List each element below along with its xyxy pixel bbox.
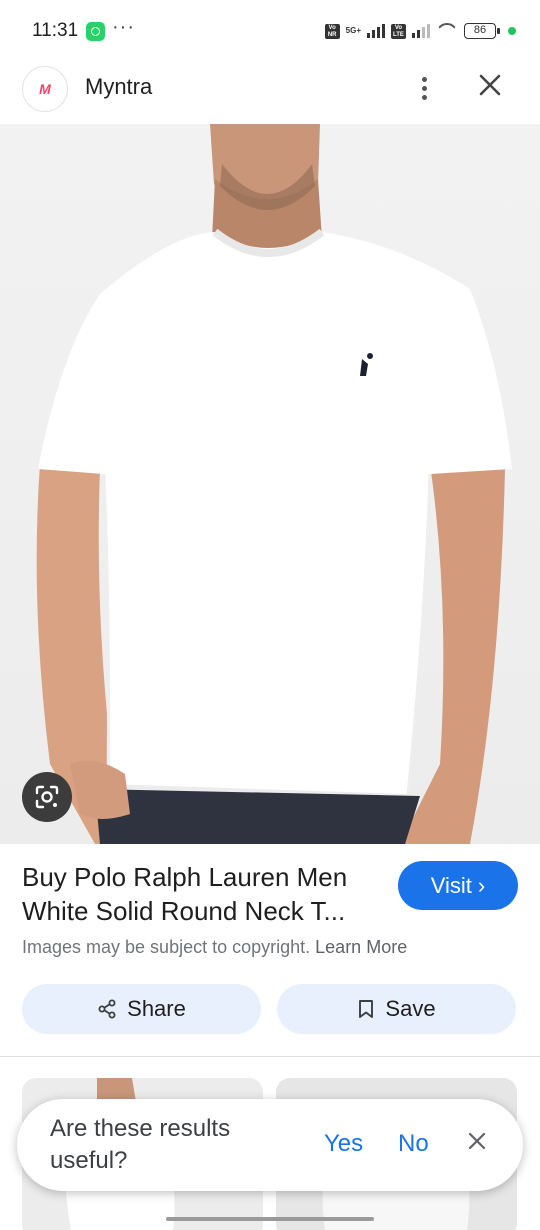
action-buttons: Share Save: [22, 984, 516, 1034]
learn-more-link[interactable]: Learn More: [315, 937, 407, 957]
feedback-question: Are these results useful?: [50, 1115, 231, 1174]
whatsapp-notification-icon: [86, 22, 105, 41]
chevron-right-icon: ›: [477, 872, 486, 898]
google-lens-button[interactable]: [22, 772, 72, 822]
site-name[interactable]: Myntra: [85, 74, 152, 100]
status-icons: Vo NR 5G+ Vo LTE 86: [324, 20, 516, 42]
close-icon: [468, 1132, 486, 1150]
tshirt-model-image: [36, 124, 512, 844]
close-icon: [479, 74, 501, 96]
network-type-label: 5G+: [345, 26, 361, 35]
privacy-indicator-dot: [508, 27, 516, 35]
home-indicator[interactable]: [166, 1217, 374, 1221]
volte-nr-icon: Vo NR: [324, 23, 340, 39]
bookmark-icon: [359, 1000, 374, 1018]
save-button[interactable]: Save: [277, 984, 516, 1034]
battery-icon: 86: [464, 23, 500, 39]
visit-button[interactable]: Visit ›: [398, 861, 518, 910]
more-notifications-icon: ···: [112, 16, 135, 38]
copyright-text: Images may be subject to copyright.: [22, 937, 311, 957]
product-image[interactable]: [0, 124, 540, 844]
signal-icon: [367, 24, 385, 38]
visit-label: Visit: [430, 872, 472, 898]
signal-icon-2: [412, 24, 430, 38]
status-bar: 11:31 ··· Vo NR 5G+ Vo LTE 86: [0, 0, 540, 64]
save-label: Save: [385, 996, 436, 1021]
lens-icon: [35, 785, 59, 809]
wifi-icon: [436, 23, 458, 39]
feedback-card: Are these results useful? Yes No: [17, 1099, 523, 1191]
copyright-notice: Images may be subject to copyright. Lear…: [22, 937, 407, 958]
more-options-button[interactable]: [412, 70, 436, 106]
share-icon: [98, 999, 116, 1019]
feedback-no-button[interactable]: No: [398, 1130, 429, 1158]
feedback-close-button[interactable]: [462, 1127, 492, 1158]
more-vert-icon: [421, 76, 427, 82]
share-label: Share: [127, 996, 186, 1021]
feedback-yes-button[interactable]: Yes: [324, 1130, 363, 1158]
section-divider: [0, 1056, 540, 1057]
myntra-logo-icon: M: [39, 81, 51, 97]
close-button[interactable]: [474, 72, 506, 104]
result-header: M Myntra: [0, 64, 540, 124]
status-time: 11:31: [32, 20, 79, 41]
share-button[interactable]: Share: [22, 984, 261, 1034]
volte-lte-icon: Vo LTE: [391, 23, 406, 39]
site-logo[interactable]: M: [22, 66, 68, 112]
product-title[interactable]: Buy Polo Ralph Lauren Men White Solid Ro…: [22, 860, 382, 928]
